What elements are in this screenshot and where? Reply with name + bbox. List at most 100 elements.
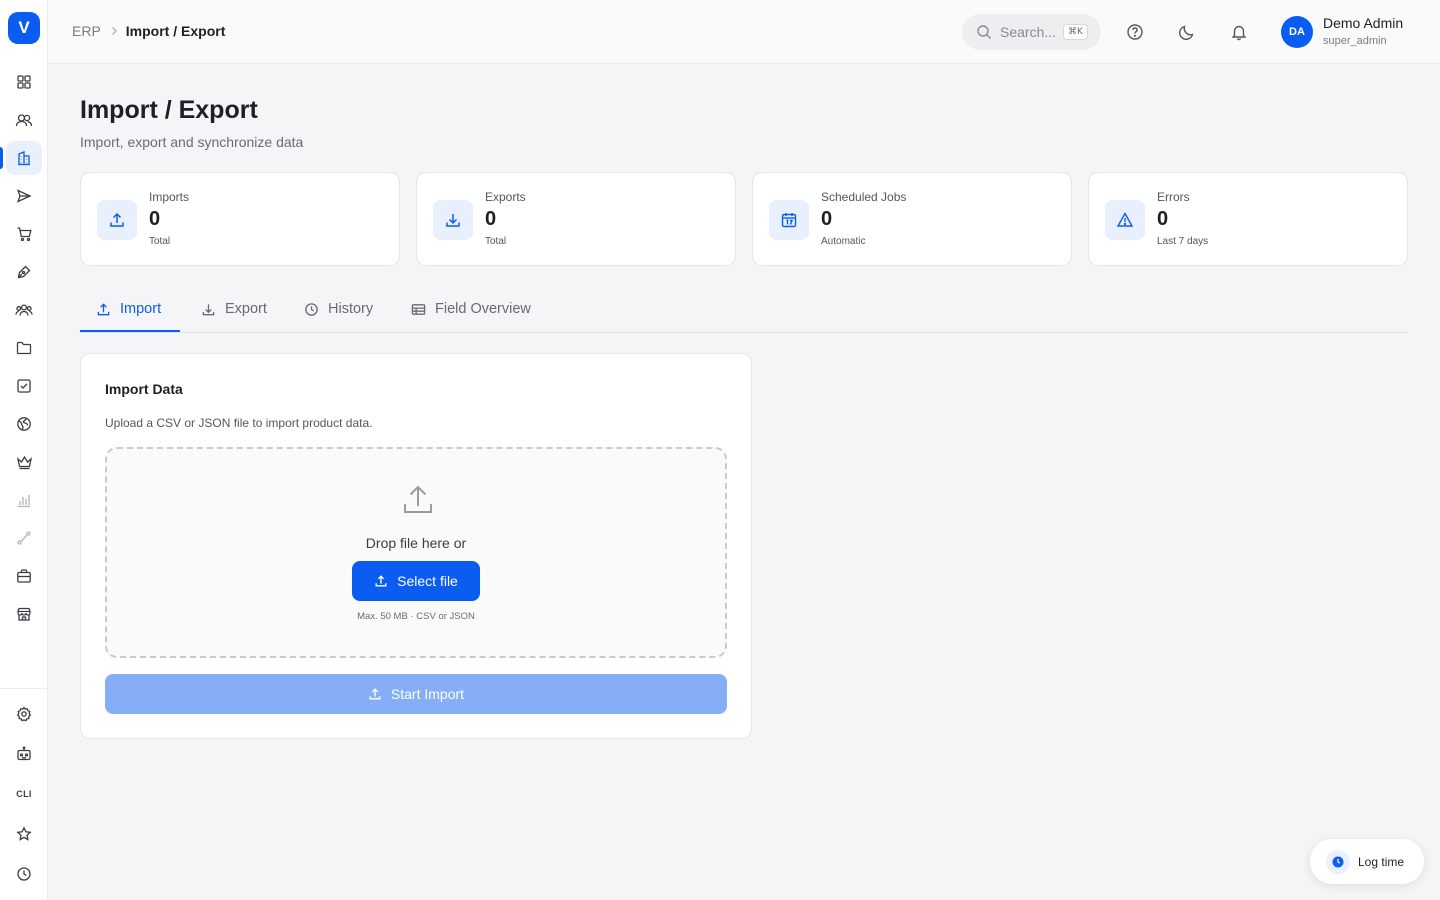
- calendar-icon: [769, 200, 809, 240]
- team-icon: [15, 304, 33, 316]
- tab-bar: Import Export History Field Overview: [80, 286, 1408, 333]
- help-icon: [1127, 24, 1143, 40]
- checkbox-icon: [17, 379, 31, 393]
- tab-import[interactable]: Import: [96, 286, 161, 332]
- stat-label: Exports: [485, 190, 526, 204]
- sidebar-divider: [0, 688, 48, 689]
- search-icon: [977, 25, 991, 39]
- stat-label: Errors: [1157, 190, 1190, 204]
- bar-chart-icon: [18, 495, 30, 508]
- download-icon: [433, 200, 473, 240]
- sidebar-item-contacts[interactable]: [6, 103, 42, 137]
- sidebar-item-pen-tool[interactable]: [6, 255, 42, 289]
- dashboard-icon: [17, 75, 31, 89]
- start-import-button[interactable]: Start Import: [105, 674, 727, 714]
- dropzone-text: Drop file here or: [365, 535, 467, 551]
- upload-icon: [375, 575, 387, 587]
- sidebar-item-cart[interactable]: [6, 217, 42, 251]
- stat-value: 0: [1157, 208, 1169, 230]
- sidebar-item-tasks[interactable]: [6, 369, 42, 403]
- tab-field-overview[interactable]: Field Overview: [411, 286, 531, 332]
- sidebar-item-route[interactable]: [6, 521, 42, 555]
- help-button[interactable]: [1124, 21, 1146, 43]
- search-input[interactable]: Search... ⌘K: [962, 14, 1101, 50]
- upload-icon: [369, 688, 381, 700]
- robot-icon: [17, 746, 31, 761]
- tab-label: Field Overview: [435, 301, 531, 317]
- import-panel: Import Data Upload a CSV or JSON file to…: [80, 353, 752, 739]
- cli-label: CLI: [16, 789, 32, 799]
- warning-icon: [1105, 200, 1145, 240]
- sidebar-item-recent[interactable]: [6, 857, 42, 891]
- tab-label: Export: [225, 301, 267, 317]
- breadcrumb-root[interactable]: ERP: [72, 23, 101, 39]
- sidebar-item-buildings[interactable]: [6, 141, 42, 175]
- sidebar-item-send[interactable]: [6, 179, 42, 213]
- breadcrumb-current: Import / Export: [125, 23, 226, 39]
- sidebar: V CLI: [0, 0, 48, 900]
- send-icon: [16, 189, 32, 203]
- avatar[interactable]: DA: [1281, 16, 1313, 48]
- upload-icon: [97, 302, 110, 315]
- tab-history[interactable]: History: [304, 286, 373, 332]
- folder-icon: [16, 341, 32, 355]
- panel-description: Upload a CSV or JSON file to import prod…: [105, 416, 373, 430]
- log-time-button[interactable]: Log time: [1310, 839, 1424, 884]
- search-placeholder: Search...: [1000, 24, 1057, 40]
- panel-title: Import Data: [105, 381, 183, 397]
- active-tab-indicator: [80, 330, 180, 332]
- star-icon: [16, 826, 32, 841]
- stat-sublabel: Automatic: [821, 236, 866, 247]
- download-icon: [202, 303, 215, 315]
- sidebar-item-settings[interactable]: [6, 697, 42, 731]
- sidebar-item-dashboard[interactable]: [6, 65, 42, 99]
- stat-value: 0: [485, 208, 497, 230]
- pen-tool-icon: [17, 265, 31, 279]
- top-header: ERP Import / Export Search... ⌘K DA Demo…: [48, 0, 1440, 64]
- upload-icon: [97, 200, 137, 240]
- sidebar-item-briefcase[interactable]: [6, 559, 42, 593]
- settings-icon: [16, 706, 32, 722]
- dropzone-hint: Max. 50 MB · CSV or JSON: [357, 611, 475, 622]
- notifications-button[interactable]: [1228, 21, 1250, 43]
- stopwatch-icon: [1326, 849, 1350, 874]
- tab-export[interactable]: Export: [201, 286, 267, 332]
- select-file-button[interactable]: Select file: [352, 561, 480, 601]
- active-nav-indicator: [0, 147, 3, 169]
- file-dropzone[interactable]: Drop file here or Select file Max. 50 MB…: [105, 447, 727, 658]
- stat-sublabel: Total: [149, 236, 171, 247]
- sidebar-item-favorites[interactable]: [6, 817, 42, 851]
- sidebar-item-store[interactable]: [6, 597, 42, 631]
- tab-label: Import: [120, 301, 162, 317]
- stat-sublabel: Last 7 days: [1157, 236, 1209, 247]
- store-icon: [17, 607, 31, 621]
- contacts-icon: [15, 114, 33, 127]
- sidebar-item-cli[interactable]: CLI: [6, 777, 42, 811]
- stat-card-errors: Errors 0 Last 7 days: [1088, 172, 1408, 266]
- chevron-right-icon: [110, 26, 118, 36]
- stat-card-exports: Exports 0 Total: [416, 172, 736, 266]
- start-import-label: Start Import: [390, 686, 465, 702]
- app-logo[interactable]: V: [8, 12, 40, 44]
- theme-toggle-button[interactable]: [1176, 21, 1198, 43]
- search-shortcut: ⌘K: [1063, 24, 1088, 40]
- briefcase-icon: [17, 569, 31, 583]
- sidebar-item-folder[interactable]: [6, 331, 42, 365]
- crown-icon: [16, 455, 32, 470]
- sidebar-item-globe[interactable]: [6, 407, 42, 441]
- sidebar-item-team[interactable]: [6, 293, 42, 327]
- select-file-label: Select file: [397, 573, 458, 589]
- stat-card-imports: Imports 0 Total: [80, 172, 400, 266]
- user-name[interactable]: Demo Admin: [1323, 15, 1403, 31]
- sidebar-item-crown[interactable]: [6, 445, 42, 479]
- table-icon: [411, 303, 426, 315]
- tab-label: History: [328, 301, 374, 317]
- sidebar-item-analytics[interactable]: [6, 483, 42, 517]
- stat-card-scheduled-jobs: Scheduled Jobs 0 Automatic: [752, 172, 1072, 266]
- app-logo-letter: V: [18, 18, 30, 37]
- bell-icon: [1231, 25, 1247, 41]
- sidebar-item-robot[interactable]: [6, 737, 42, 771]
- moon-icon: [1179, 25, 1194, 40]
- clock-icon: [305, 302, 318, 316]
- page-title: Import / Export: [80, 96, 258, 124]
